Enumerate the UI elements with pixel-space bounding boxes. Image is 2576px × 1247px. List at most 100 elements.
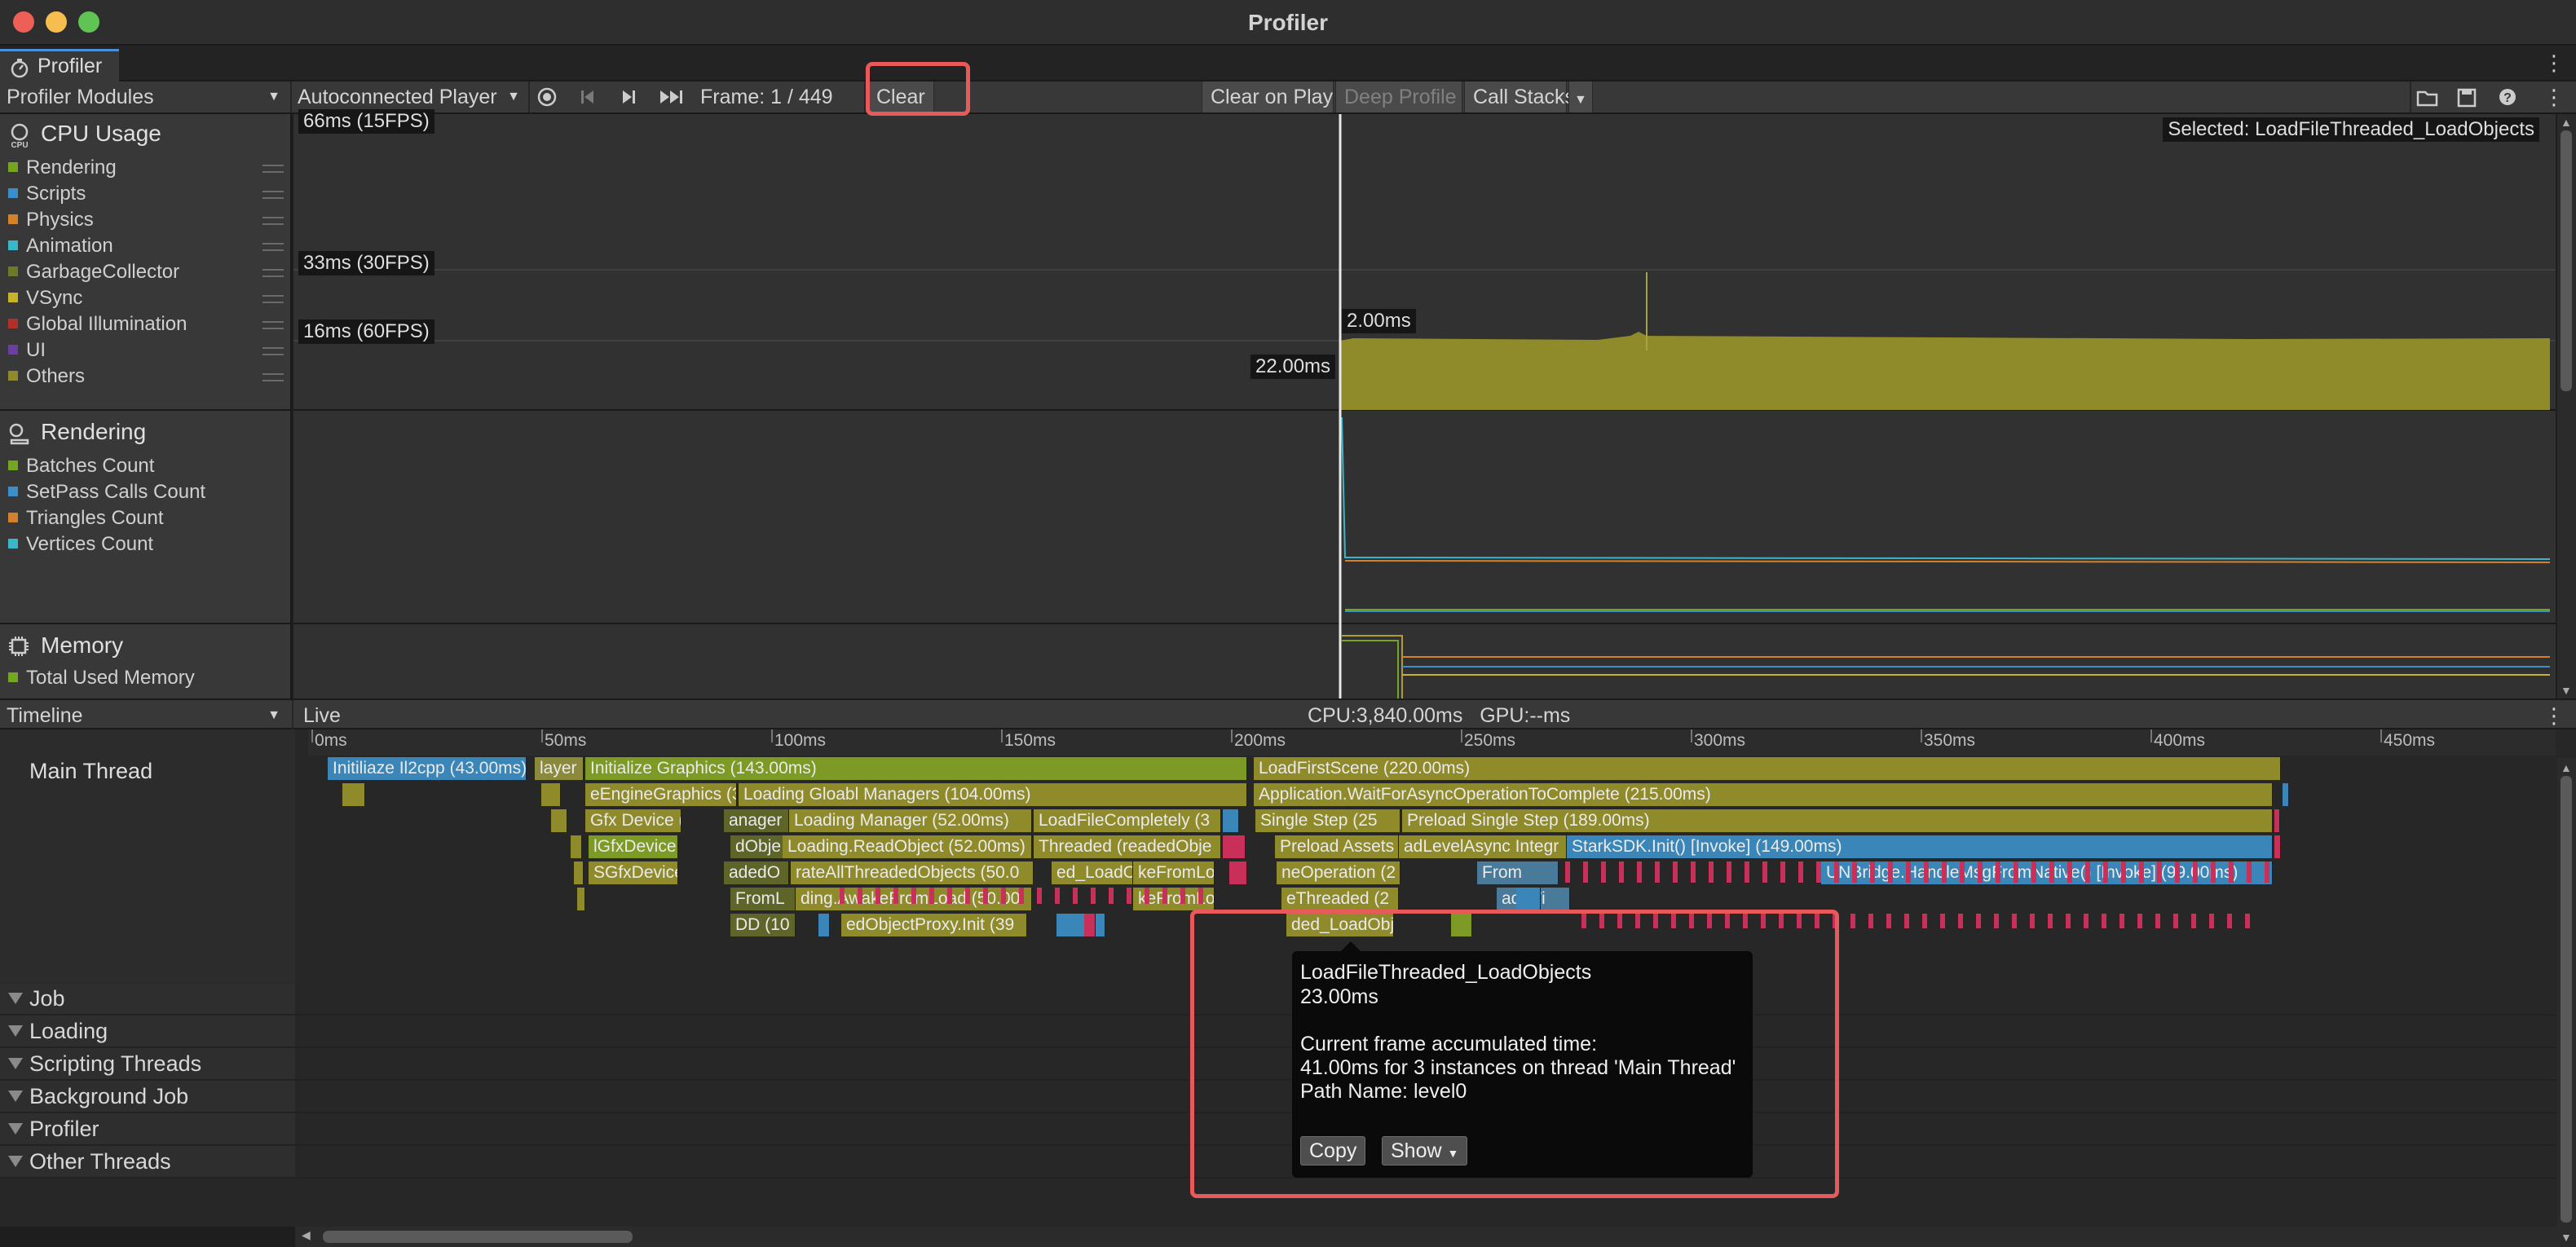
legend-item-vsync[interactable]: VSync [8,287,82,310]
tab-profiler[interactable]: Profiler [0,49,119,82]
timeline-sample[interactable]: Initiliaze Il2cpp (43.00ms) [328,757,527,780]
profiler-modules-dropdown[interactable]: Profiler Modules ▼ [7,82,287,112]
more-options-icon[interactable]: ⋮ [2543,82,2565,112]
first-frame-button[interactable] [576,82,605,112]
call-stacks-button[interactable]: Call Stacks [1464,82,1575,112]
clear-on-play-button[interactable]: Clear on Play [1202,82,1334,112]
legend-item-physics[interactable]: Physics [8,209,94,231]
timeline-sample-small[interactable] [1229,861,1247,884]
view-dropdown[interactable]: Timeline ▼ [7,700,287,731]
timeline-sample[interactable]: edObjectProxy.Init (39 [841,914,1027,936]
timeline-sample-small[interactable] [1056,914,1105,936]
last-frame-button[interactable] [657,82,690,112]
deep-profile-button[interactable]: Deep Profile [1335,82,1462,112]
timeline-sample[interactable]: From [1477,861,1559,884]
legend-item-setpass-calls-count[interactable]: SetPass Calls Count [8,481,205,504]
drag-handle-icon[interactable] [262,373,284,381]
timeline-sample-small[interactable] [2274,835,2281,858]
timeline-sample[interactable]: Loading Manager (52.00ms) [789,809,1032,832]
expand-triangle-icon[interactable] [8,1123,23,1135]
expand-triangle-icon[interactable] [8,1156,23,1167]
timeline-sample[interactable]: rateAllThreadedObjects (50.0 [791,861,1034,884]
timeline-sample[interactable]: adLevelAsync Integr [1399,835,1567,858]
timeline-sample[interactable]: anager [724,809,789,832]
legend-item-ui[interactable]: UI [8,339,46,362]
timeline-sample[interactable]: LoadFileCompletely (3 [1034,809,1221,832]
timeline-sample-small[interactable] [1223,835,1246,858]
expand-triangle-icon[interactable] [8,993,23,1004]
legend-item-batches-count[interactable]: Batches Count [8,455,154,478]
more-options-icon[interactable]: ⋮ [2543,700,2565,731]
timeline-sample[interactable]: StarkSDK.Init() [Invoke] (149.00ms) [1567,835,2273,858]
memory-chart[interactable] [293,624,2556,698]
timeline-sample-small[interactable] [2283,783,2289,806]
more-options-icon[interactable]: ⋮ [2543,51,2565,75]
legend-item-others[interactable]: Others [8,365,85,388]
timeline-sample[interactable]: neOperation (2 [1277,861,1400,884]
timeline-sample[interactable]: Gfx Device ( [585,809,681,832]
cpu-module-panel[interactable]: CPU CPU Usage Rendering Scripts Physics Ani… [0,114,292,411]
legend-item-rendering[interactable]: Rendering [8,156,117,179]
timeline-sample[interactable]: layer [535,757,584,780]
timeline-sample[interactable]: eThreaded (2 [1281,888,1399,910]
drag-handle-icon[interactable] [262,191,284,199]
rendering-module-panel[interactable]: Rendering Batches Count SetPass Calls Cou… [0,411,292,624]
drag-handle-icon[interactable] [262,243,284,251]
timeline-sample-small[interactable] [577,888,585,910]
timeline-sample-small[interactable] [818,914,830,936]
player-dropdown[interactable]: Autoconnected Player ▼ [298,82,523,112]
timeline-vscrollbar[interactable]: ▲ ▼ [2557,758,2576,1247]
drag-handle-icon[interactable] [262,269,284,277]
drag-handle-icon[interactable] [262,217,284,225]
timeline-sample[interactable]: Loading Gloabl Managers (104.00ms) [739,783,1247,806]
call-stacks-dropdown[interactable]: ▼ [1568,82,1593,112]
live-button[interactable]: Live [303,700,341,731]
help-button[interactable]: ? [2494,82,2522,112]
timeline-sample[interactable]: FromL [730,888,796,910]
drag-handle-icon[interactable] [262,321,284,329]
timeline-sample-small[interactable] [2274,809,2280,832]
timeline-sample[interactable]: Application.WaitForAsyncOperationToCompl… [1254,783,2273,806]
timeline-sample-small[interactable] [541,783,561,806]
timeline-sample[interactable]: SGfxDevice [589,861,678,884]
timeline-sample[interactable]: LoadFirstScene (220.00ms) [1254,757,2281,780]
drag-handle-icon[interactable] [262,165,284,173]
timeline-sample[interactable]: Preload Assets [1275,835,1399,858]
timeline-sample[interactable]: eEngineGraphics (33 [585,783,737,806]
legend-item-vertices-count[interactable]: Vertices Count [8,533,153,556]
legend-item-global-illumination[interactable]: Global Illumination [8,313,187,336]
expand-triangle-icon[interactable] [8,1091,23,1102]
load-button[interactable] [2415,82,2442,112]
legend-item-total-used-memory[interactable]: Total Used Memory [8,667,195,690]
timeline-sample[interactable]: ed_LoadOb [1052,861,1133,884]
expand-triangle-icon[interactable] [8,1025,23,1037]
expand-triangle-icon[interactable] [8,1058,23,1069]
memory-module-panel[interactable]: Memory Total Used Memory [0,624,292,698]
timeline-sample[interactable]: Preload Single Step (189.00ms) [1402,809,2273,832]
timeline-sample[interactable]: lGfxDevice [589,835,678,858]
timeline-sample[interactable]: Loading.ReadObject (52.00ms) [783,835,1032,858]
record-button[interactable] [535,82,564,112]
legend-item-triangles-count[interactable]: Triangles Count [8,507,164,530]
timeline-sample[interactable]: Initialize Graphics (143.00ms) [585,757,1247,780]
timeline-sample[interactable]: keFromLo [1133,861,1215,884]
timeline-sample-small[interactable] [574,861,584,884]
timeline-sample-small[interactable] [342,783,365,806]
timeline-sample-small[interactable] [1223,809,1239,832]
timeline-sample-small[interactable] [571,835,582,858]
drag-handle-icon[interactable] [262,347,284,355]
timeline-sample[interactable]: dObje [730,835,787,858]
legend-item-scripts[interactable]: Scripts [8,183,86,205]
modules-scrollbar[interactable]: ▲ ▼ [2557,114,2576,698]
timeline-sample-small[interactable] [551,809,567,832]
legend-item-garbagecollector[interactable]: GarbageCollector [8,261,179,284]
drag-handle-icon[interactable] [262,295,284,303]
save-button[interactable] [2454,82,2481,112]
rendering-chart[interactable] [293,411,2556,624]
legend-item-animation[interactable]: Animation [8,235,113,258]
timeline-sample-small[interactable] [1516,888,1541,910]
timeline-sample[interactable]: Threaded (readedObje [1034,835,1221,858]
timeline-sample[interactable]: adedO [724,861,789,884]
next-frame-button[interactable] [616,82,646,112]
timeline-sample-small[interactable] [1084,914,1096,936]
